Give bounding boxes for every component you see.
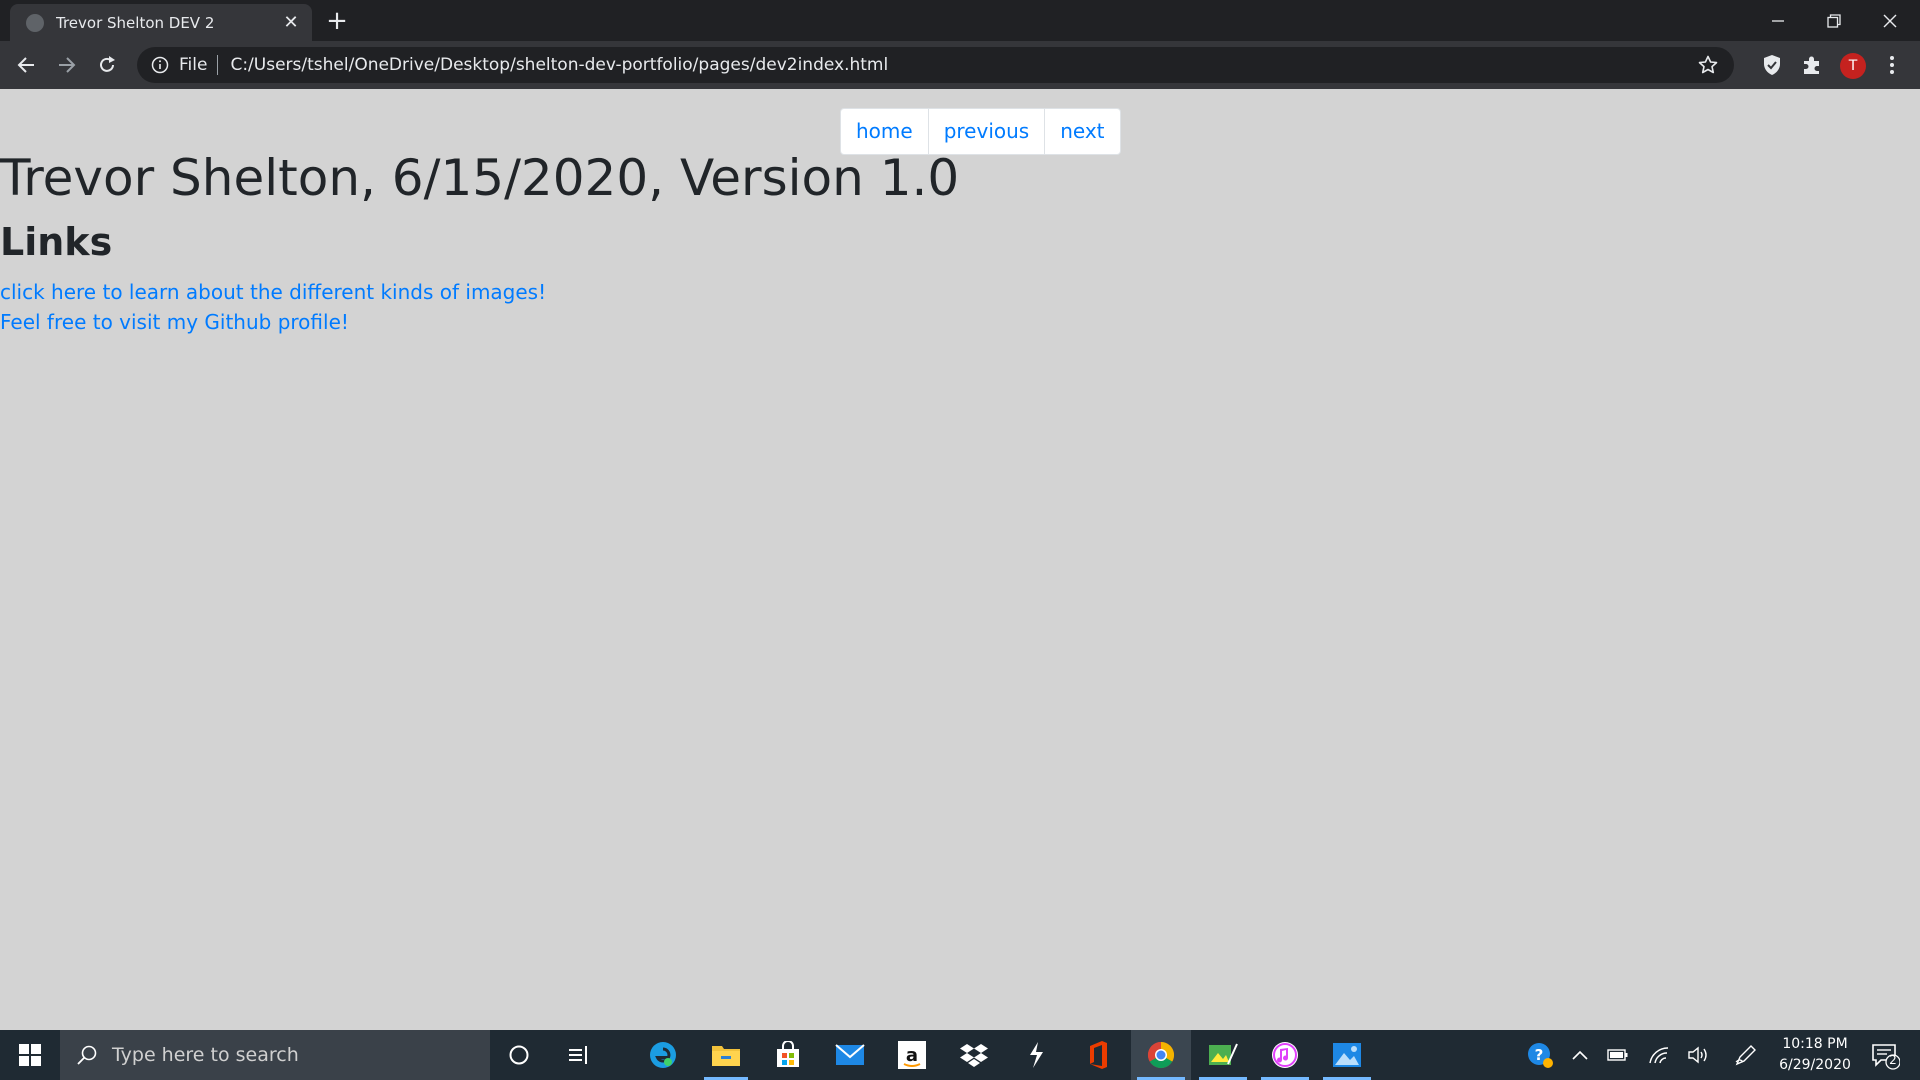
back-button[interactable]	[10, 49, 42, 81]
dropbox-icon	[960, 1044, 988, 1067]
bolt-icon	[1030, 1042, 1043, 1068]
reload-button[interactable]	[91, 49, 123, 81]
photos-icon	[1333, 1043, 1361, 1067]
browser-titlebar: Trevor Shelton DEV 2 ✕ +	[0, 0, 1920, 41]
page-content: home previous next Trevor Shelton, 6/15/…	[0, 89, 1920, 1030]
taskbar-mail[interactable]	[822, 1030, 878, 1080]
wifi-icon[interactable]	[1647, 1043, 1671, 1067]
start-button[interactable]	[0, 1030, 60, 1080]
svg-text:?: ?	[1535, 1046, 1544, 1064]
clock-date: 6/29/2020	[1779, 1057, 1851, 1073]
github-profile-link[interactable]: Feel free to visit my Github profile!	[0, 310, 349, 334]
picture-edit-icon	[1209, 1043, 1238, 1065]
shield-icon[interactable]	[1760, 53, 1784, 77]
reload-icon	[100, 56, 115, 72]
taskbar-chrome[interactable]	[1131, 1030, 1191, 1080]
shopping-bag-icon	[777, 1041, 799, 1067]
pagination-nav: home previous next	[840, 108, 1121, 155]
search-icon	[77, 1045, 97, 1065]
action-center-button[interactable]: 2	[1870, 1040, 1901, 1070]
extensions-icon[interactable]	[1800, 53, 1824, 77]
notification-count: 2	[1889, 1053, 1897, 1067]
music-note-icon	[1272, 1042, 1298, 1068]
section-heading: Links	[0, 220, 113, 264]
arrow-left-icon	[17, 57, 34, 73]
tab-close-icon[interactable]: ✕	[280, 12, 302, 33]
cortana-button[interactable]	[491, 1030, 547, 1080]
page-title: Trevor Shelton, 6/15/2020, Version 1.0	[0, 149, 960, 207]
taskbar-dropbox[interactable]	[946, 1030, 1002, 1080]
taskbar-app-bolt[interactable]	[1008, 1030, 1064, 1080]
pagination-home-link[interactable]: home	[841, 109, 928, 154]
pen-icon[interactable]	[1734, 1043, 1758, 1067]
pagination-next-link[interactable]: next	[1044, 109, 1119, 154]
office-icon	[1090, 1041, 1107, 1069]
chrome-icon	[1147, 1041, 1175, 1069]
windows-taskbar: Type here to search a ? 10:18 PM 6/29/20…	[0, 1030, 1920, 1080]
battery-icon[interactable]	[1606, 1043, 1630, 1067]
taskbar-office[interactable]	[1070, 1030, 1126, 1080]
arrow-right-icon	[59, 57, 76, 73]
url-text[interactable]: C:/Users/tshel/OneDrive/Desktop/shelton-…	[230, 55, 888, 75]
new-tab-button[interactable]: +	[322, 6, 352, 36]
folder-icon	[712, 1046, 740, 1066]
speaker-icon[interactable]	[1686, 1043, 1710, 1067]
help-icon[interactable]: ?	[1526, 1043, 1554, 1068]
browser-toolbar: File C:/Users/tshel/OneDrive/Desktop/she…	[0, 41, 1920, 89]
taskbar-clock[interactable]: 10:18 PM 6/29/2020	[1760, 1034, 1870, 1076]
star-icon[interactable]	[1698, 55, 1718, 75]
images-link[interactable]: click here to learn about the different …	[0, 280, 546, 304]
kebab-menu-icon[interactable]	[1880, 53, 1904, 77]
close-window-button[interactable]	[1862, 0, 1918, 41]
edge-icon	[650, 1042, 676, 1068]
taskbar-amazon[interactable]: a	[884, 1030, 940, 1080]
taskbar-image-app[interactable]	[1193, 1030, 1253, 1080]
restore-icon	[1827, 13, 1841, 28]
amazon-icon: a	[898, 1041, 926, 1069]
taskbar-edge[interactable]	[635, 1030, 691, 1080]
task-view-icon	[569, 1046, 587, 1064]
profile-avatar[interactable]: T	[1840, 53, 1866, 79]
globe-icon	[26, 13, 44, 32]
taskbar-photos[interactable]	[1317, 1030, 1377, 1080]
pagination-previous-link[interactable]: previous	[927, 109, 1045, 154]
search-placeholder: Type here to search	[112, 1044, 299, 1066]
url-scheme-label: File	[179, 55, 208, 75]
windows-logo-icon	[19, 1044, 41, 1066]
close-icon	[1883, 14, 1897, 27]
minimize-icon	[1772, 19, 1784, 22]
taskbar-itunes[interactable]	[1255, 1030, 1315, 1080]
svg-text:a: a	[906, 1045, 918, 1066]
minimize-button[interactable]	[1750, 0, 1806, 41]
address-bar[interactable]: File C:/Users/tshel/OneDrive/Desktop/she…	[137, 47, 1734, 83]
task-view-button[interactable]	[551, 1030, 607, 1080]
chevron-up-icon[interactable]	[1568, 1043, 1592, 1067]
browser-tab[interactable]: Trevor Shelton DEV 2 ✕	[10, 4, 312, 41]
taskbar-file-explorer[interactable]	[698, 1030, 754, 1080]
clock-time: 10:18 PM	[1782, 1036, 1848, 1052]
taskbar-store[interactable]	[760, 1030, 816, 1080]
forward-button[interactable]	[51, 49, 83, 81]
url-separator	[217, 55, 219, 75]
taskbar-search[interactable]: Type here to search	[60, 1030, 490, 1080]
mail-icon	[835, 1044, 865, 1065]
restore-button[interactable]	[1806, 0, 1862, 41]
info-icon[interactable]	[151, 56, 169, 74]
cortana-circle-icon	[509, 1045, 529, 1065]
tab-title: Trevor Shelton DEV 2	[56, 13, 215, 32]
